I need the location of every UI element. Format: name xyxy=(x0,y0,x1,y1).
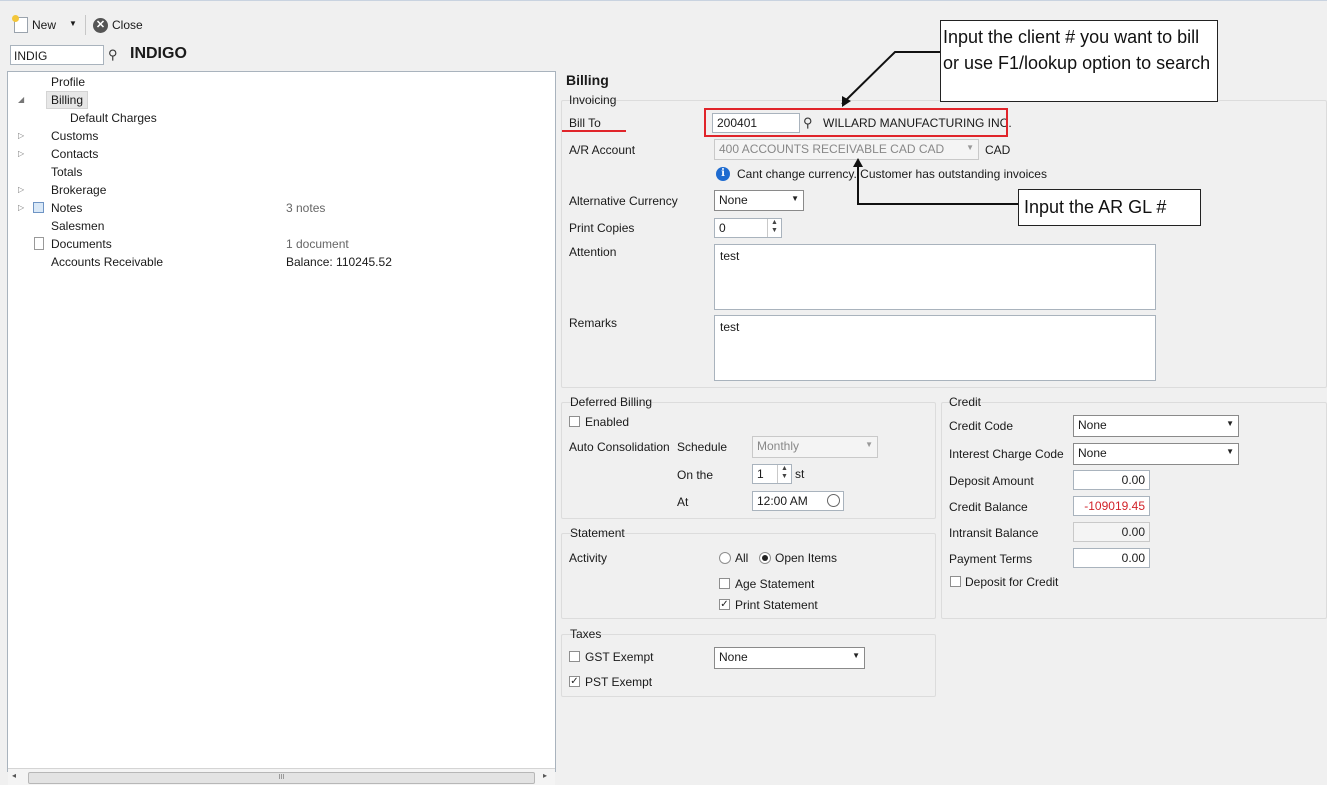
callout-ar-arrow xyxy=(857,163,1018,205)
callout-ar-arrowhead xyxy=(853,158,863,167)
callout-ar: Input the AR GL # xyxy=(1018,189,1201,226)
callout-client: Input the client # you want to bill or u… xyxy=(940,20,1218,102)
annotation-arrows xyxy=(841,51,1018,205)
callout-client-arrow xyxy=(841,51,940,105)
